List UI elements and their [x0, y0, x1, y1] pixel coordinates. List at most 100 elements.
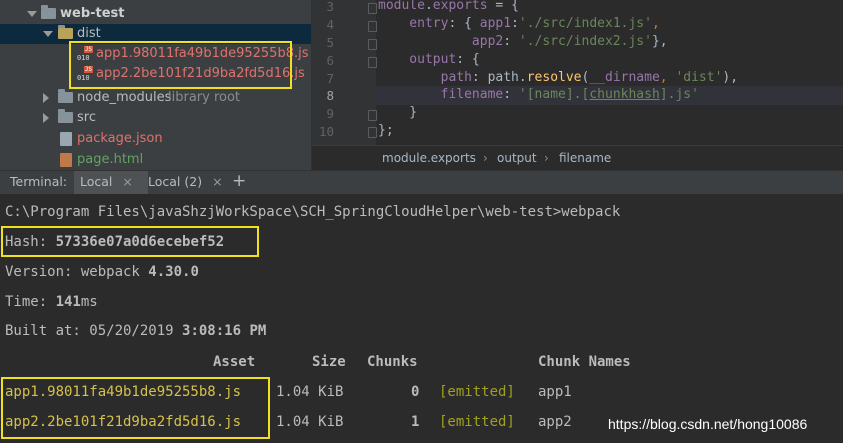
fold-marker-icon[interactable]: [368, 21, 377, 32]
terminal-tab-bar: Terminal: Local × Local (2) × +: [0, 170, 843, 195]
asset-size: 1.04 KiB: [276, 414, 344, 430]
line-number: 9: [326, 106, 334, 121]
tab-local-2[interactable]: Local (2) ×: [142, 171, 229, 194]
tree-item-web-test[interactable]: web-test: [0, 4, 311, 24]
chevron-right-icon[interactable]: [43, 113, 49, 123]
chevron-down-icon[interactable]: [43, 31, 53, 37]
tree-item-label: package.json: [77, 131, 163, 146]
breadcrumb-separator: ›: [483, 151, 488, 165]
code-token: './src/index2.js': [518, 34, 652, 49]
breadcrumb-separator: ›: [544, 151, 549, 165]
code-token: :: [503, 34, 519, 49]
line-number: 3: [326, 0, 334, 14]
chevron-right-icon[interactable]: [43, 93, 49, 103]
line-number: 7: [326, 71, 334, 86]
tab-local[interactable]: Local ×: [74, 171, 148, 194]
tree-item-node-modules[interactable]: node_modules library root: [0, 88, 311, 108]
fold-marker-icon[interactable]: [368, 3, 377, 14]
close-icon[interactable]: ×: [122, 174, 132, 189]
header-chunk-names: Chunk Names: [538, 354, 631, 370]
tree-item-label: web-test: [60, 6, 125, 21]
time-line: Time: 141ms: [5, 294, 98, 310]
breadcrumb-item[interactable]: module.exports: [382, 146, 476, 170]
time-value: 141: [55, 294, 81, 310]
code-line: module.exports = {: [378, 0, 519, 13]
header-asset: Asset: [213, 354, 256, 370]
code-token: exports: [432, 0, 488, 13]
breadcrumb-item[interactable]: filename: [559, 146, 611, 170]
terminal-title: Terminal:: [10, 174, 68, 189]
code-line: output: {: [378, 52, 480, 67]
line-number: 8: [326, 88, 334, 103]
tree-item-label: src: [77, 110, 96, 125]
code-token: ,: [651, 16, 660, 31]
version-line: Version: webpack 4.30.0: [5, 264, 199, 280]
code-line: app2: './src/index2.js'},: [378, 34, 668, 49]
tab-label: Local (2): [148, 174, 203, 189]
code-line: entry: { app1:'./src/index1.js',: [378, 16, 660, 31]
line-number: 5: [326, 35, 334, 50]
watermark: https://blog.csdn.net/hong10086: [608, 416, 808, 432]
highlight-box: [69, 41, 292, 89]
terminal-prompt-line: C:\Program Files\javaShzjWorkSpace\SCH_S…: [5, 204, 621, 220]
terminal-output[interactable]: C:\Program Files\javaShzjWorkSpace\SCH_S…: [0, 194, 843, 443]
html-file-icon: [60, 153, 72, 167]
code-token: : {: [456, 52, 480, 67]
folder-icon: [41, 5, 56, 19]
time-unit: ms: [80, 294, 98, 310]
code-token: module: [378, 0, 425, 13]
chunk-name: app1: [538, 384, 572, 400]
tab-label: Local: [80, 174, 113, 189]
code-line: path: path.resolve(__dirname, 'dist'),: [378, 70, 738, 85]
asset-size: 1.04 KiB: [276, 384, 344, 400]
code-token: :: [511, 16, 519, 31]
breadcrumb: module.exports › output › filename: [312, 145, 843, 170]
tree-item-package-json[interactable]: package.json: [0, 129, 311, 149]
folder-icon: [58, 109, 73, 123]
version-label: Version: webpack: [5, 264, 149, 280]
fold-marker-icon[interactable]: [368, 110, 377, 121]
code-token: app1: [479, 16, 512, 31]
folder-icon: [58, 89, 73, 103]
asset-chunk: 0: [411, 384, 420, 400]
code-token: :: [503, 87, 519, 102]
code-token: output: [378, 52, 457, 67]
code-token: __dirname: [589, 70, 660, 85]
chunk-name: app2: [538, 414, 572, 430]
emitted-badge: [emitted]: [439, 414, 515, 430]
add-tab-icon[interactable]: +: [226, 171, 252, 194]
code-token: './src/index1.js': [518, 16, 652, 31]
code-token: .: [424, 0, 433, 13]
highlight-box: [1, 226, 259, 257]
code-editor[interactable]: 3 4 5 6 7 8 9 10 module.exports = { entr…: [311, 0, 843, 170]
code-token: 'dist': [675, 70, 723, 85]
fold-marker-icon[interactable]: [368, 39, 377, 50]
fold-marker-icon[interactable]: [368, 57, 377, 68]
chevron-down-icon[interactable]: [27, 11, 37, 17]
header-chunks: Chunks: [367, 354, 418, 370]
code-token: }: [378, 105, 418, 120]
emitted-badge: [emitted]: [439, 384, 515, 400]
folder-icon: [58, 25, 73, 39]
library-root-hint: library root: [168, 90, 241, 105]
code-line: filename: '[name].[chunkhash].js': [378, 87, 699, 102]
code-token: = {: [487, 0, 519, 13]
code-token: entry: [378, 16, 449, 31]
version-value: 4.30.0: [148, 264, 199, 280]
tree-item-src[interactable]: src: [0, 108, 311, 128]
breadcrumb-item[interactable]: output: [497, 146, 537, 170]
code-token: chunkhash: [589, 87, 660, 102]
time-label: Time:: [5, 294, 56, 310]
close-icon[interactable]: ×: [212, 174, 222, 189]
code-token: },: [651, 34, 668, 49]
asset-chunk: 1: [411, 414, 420, 430]
tree-item-page-html[interactable]: page.html: [0, 150, 311, 170]
code-token: : {: [448, 16, 480, 31]
code-line: }: [378, 105, 417, 120]
fold-marker-icon[interactable]: [368, 127, 377, 138]
line-number: 4: [326, 17, 334, 32]
code-token: ].js': [659, 87, 699, 102]
code-token: : path.: [471, 70, 527, 85]
code-token: ),: [722, 70, 739, 85]
code-line: };: [378, 123, 394, 138]
